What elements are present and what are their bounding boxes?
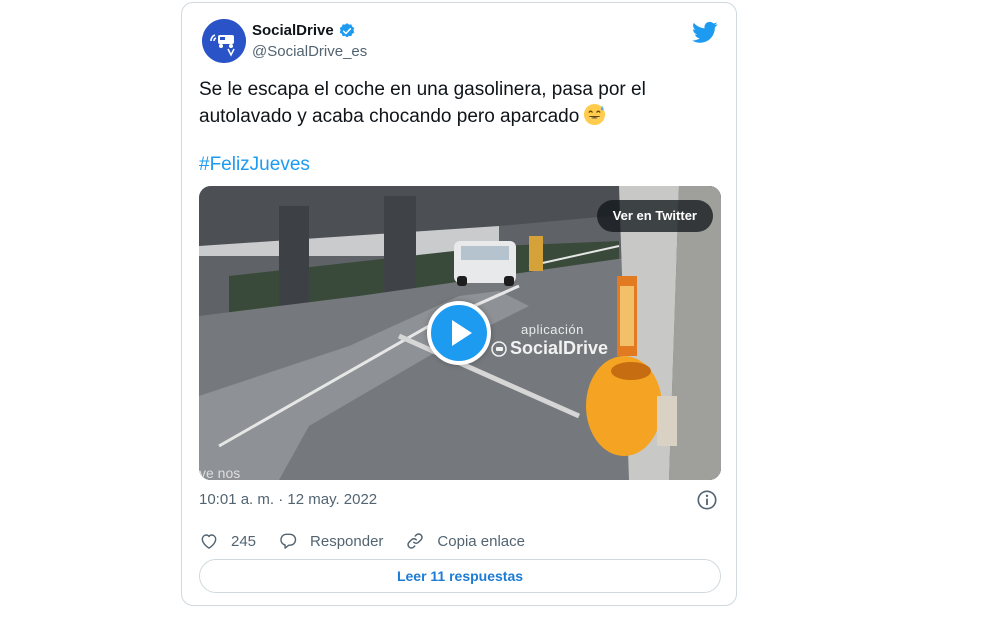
author-handle[interactable]: @SocialDrive_es [252, 42, 367, 62]
watermark-brand-text: SocialDrive [510, 338, 609, 358]
twitter-bird-icon[interactable] [692, 19, 718, 45]
play-icon [452, 320, 472, 346]
tweet-header: SocialDrive @SocialDrive_es [202, 19, 718, 63]
read-replies-button[interactable]: Leer 11 respuestas [199, 559, 721, 593]
avatar[interactable] [202, 19, 246, 63]
socialdrive-logo-icon [202, 19, 246, 63]
link-icon [407, 533, 424, 549]
watermark-app-label: aplicación [521, 322, 584, 337]
reply-label: Responder [310, 532, 384, 550]
verified-badge-icon [339, 23, 354, 38]
video-player[interactable]: ve nos Ver en Twitter aplicación SocialD… [199, 186, 721, 480]
watermark-brand: SocialDrive [491, 338, 608, 359]
tweet-card: SocialDrive @SocialDrive_es Se le escapa… [181, 2, 737, 606]
copy-link-button[interactable]: Copia enlace [405, 531, 525, 551]
sweat-smile-emoji [584, 103, 606, 126]
copy-link-label: Copia enlace [437, 532, 525, 550]
tweet-text: Se le escapa el coche en una gasolinera,… [199, 77, 719, 130]
like-count: 245 [231, 532, 257, 550]
info-icon[interactable] [696, 489, 718, 511]
watermark-logo-icon [491, 340, 507, 357]
reply-button[interactable]: Responder [278, 531, 383, 551]
reply-bubble-icon [280, 533, 297, 549]
tweet-timestamp[interactable]: 10:01 a. m. · 12 may. 2022 [199, 490, 377, 510]
watch-on-twitter-button[interactable]: Ver en Twitter [596, 200, 713, 232]
like-button[interactable]: 245 [199, 531, 256, 551]
play-button[interactable] [427, 301, 491, 365]
tweet-actions: 245 Responder Copia enlace [199, 529, 547, 553]
svg-text:ve nos: ve nos [199, 465, 240, 480]
heart-icon [201, 534, 217, 549]
author-name[interactable]: SocialDrive [252, 21, 334, 41]
hashtag-link[interactable]: #FelizJueves [199, 152, 310, 178]
tweet-text-body: Se le escapa el coche en una gasolinera,… [199, 79, 646, 127]
